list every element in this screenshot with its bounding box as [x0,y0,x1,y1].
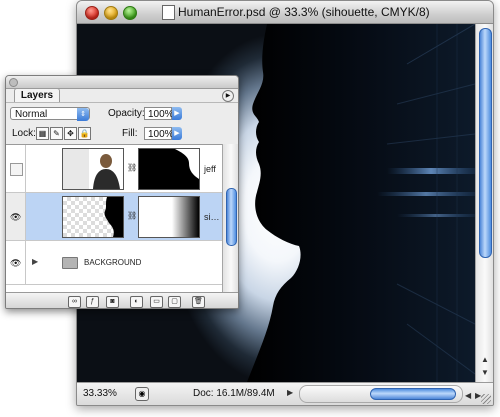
opacity-field[interactable]: 100% [144,107,174,120]
silhouette-thumbnail [104,197,123,237]
layers-panel: Layers ▶ Normal ⇕ Opacity: 100% ▶ Lock: … [5,75,239,309]
adjustment-icon[interactable]: ◐ [130,296,143,308]
eye-off-icon[interactable] [10,163,23,176]
opacity-slider-icon[interactable]: ▶ [172,107,182,120]
mask-shape [139,149,199,189]
status-bar: 33.33% ◉ Doc: 16.1M/89.4M ▶ ◀ ▶ [77,382,493,405]
layer-list: ⛓ jeff 👁 ⛓ si… 👁 ▶ BACKGROUND [6,144,222,293]
zoom-button[interactable] [123,6,137,20]
opacity-label: Opacity: [108,108,145,119]
document-icon [162,5,175,20]
mask-icon[interactable]: ◙ [106,296,119,308]
group-name[interactable]: BACKGROUND [84,258,141,267]
blend-row: Normal ⇕ Opacity: 100% ▶ [6,102,238,125]
layer-mask-thumbnail [138,196,200,238]
vertical-scrollbar[interactable]: ▲ ▼ [475,24,493,382]
lock-row: Lock: ▦ ✎ ✥ 🔒 Fill: 100% ▶ [6,124,238,144]
layers-scrollbar[interactable] [222,144,238,292]
new-group-icon[interactable]: ▭ [150,296,163,308]
tab-layers[interactable]: Layers [14,88,60,103]
navigator-icon[interactable]: ◉ [135,387,149,401]
lock-transparency-icon[interactable]: ▦ [36,127,49,140]
layer-thumbnail [62,196,124,238]
document-size: Doc: 16.1M/89.4M [193,388,275,399]
panel-close-button[interactable] [9,78,18,87]
layer-style-icon[interactable]: ƒ [86,296,99,308]
blend-mode-select[interactable]: Normal ⇕ [10,107,90,121]
resize-grip-icon[interactable] [481,394,491,404]
head-silhouette [247,24,475,382]
link-layers-icon[interactable]: ∞ [68,296,81,308]
horizontal-scrollbar[interactable] [299,385,463,403]
title-bar[interactable]: HumanError.psd @ 33.3% (sihouette, CMYK/… [77,1,493,24]
chain-icon[interactable]: ⛓ [127,211,137,220]
fill-label: Fill: [122,128,138,139]
eye-icon[interactable]: 👁 [10,259,21,268]
scroll-left-icon[interactable]: ◀ [465,391,471,400]
visibility-toggle[interactable]: 👁 [6,193,26,240]
layers-scroll-thumb[interactable] [226,188,237,246]
visibility-toggle[interactable]: 👁 [6,241,26,284]
zoom-field[interactable]: 33.33% [83,388,127,400]
layer-name[interactable]: jeff [204,164,216,174]
layer-row-jeff[interactable]: ⛓ jeff [6,145,222,193]
layers-toolbar: ∞ ƒ ◙ ◐ ▭ ▢ 🗑 [6,292,238,308]
scroll-up-icon[interactable]: ▲ [477,354,493,366]
layer-mask-thumbnail [138,148,200,190]
layer-thumbnail [62,148,124,190]
panel-menu-icon[interactable]: ▶ [222,90,234,102]
layer-group-background[interactable]: 👁 ▶ BACKGROUND [6,241,222,285]
person-thumbnail [63,149,123,189]
lock-label: Lock: [12,128,36,139]
fill-field[interactable]: 100% [144,127,174,140]
visibility-toggle[interactable] [6,145,26,192]
eye-icon[interactable]: 👁 [10,213,21,222]
lock-all-icon[interactable]: 🔒 [78,127,91,140]
minimize-button[interactable] [104,6,118,20]
vertical-scroll-thumb[interactable] [479,28,492,258]
scroll-down-icon[interactable]: ▼ [477,367,493,379]
expand-triangle-icon[interactable]: ▶ [32,257,38,266]
lock-position-icon[interactable]: ✥ [64,127,77,140]
fill-slider-icon[interactable]: ▶ [172,127,182,140]
trash-icon[interactable]: 🗑 [192,296,205,308]
new-layer-icon[interactable]: ▢ [168,296,181,308]
status-menu-icon[interactable]: ▶ [287,388,293,397]
chevron-updown-icon[interactable]: ⇕ [77,108,89,121]
window-title: HumanError.psd @ 33.3% (sihouette, CMYK/… [178,5,430,19]
chain-icon[interactable]: ⛓ [127,163,137,172]
layer-name[interactable]: si… [204,212,220,222]
folder-icon [62,257,78,269]
lock-pixels-icon[interactable]: ✎ [50,127,63,140]
layer-row-silhouette[interactable]: 👁 ⛓ si… [6,193,222,241]
horizontal-scroll-thumb[interactable] [370,388,456,400]
close-button[interactable] [85,6,99,20]
blend-mode-value: Normal [15,109,48,120]
